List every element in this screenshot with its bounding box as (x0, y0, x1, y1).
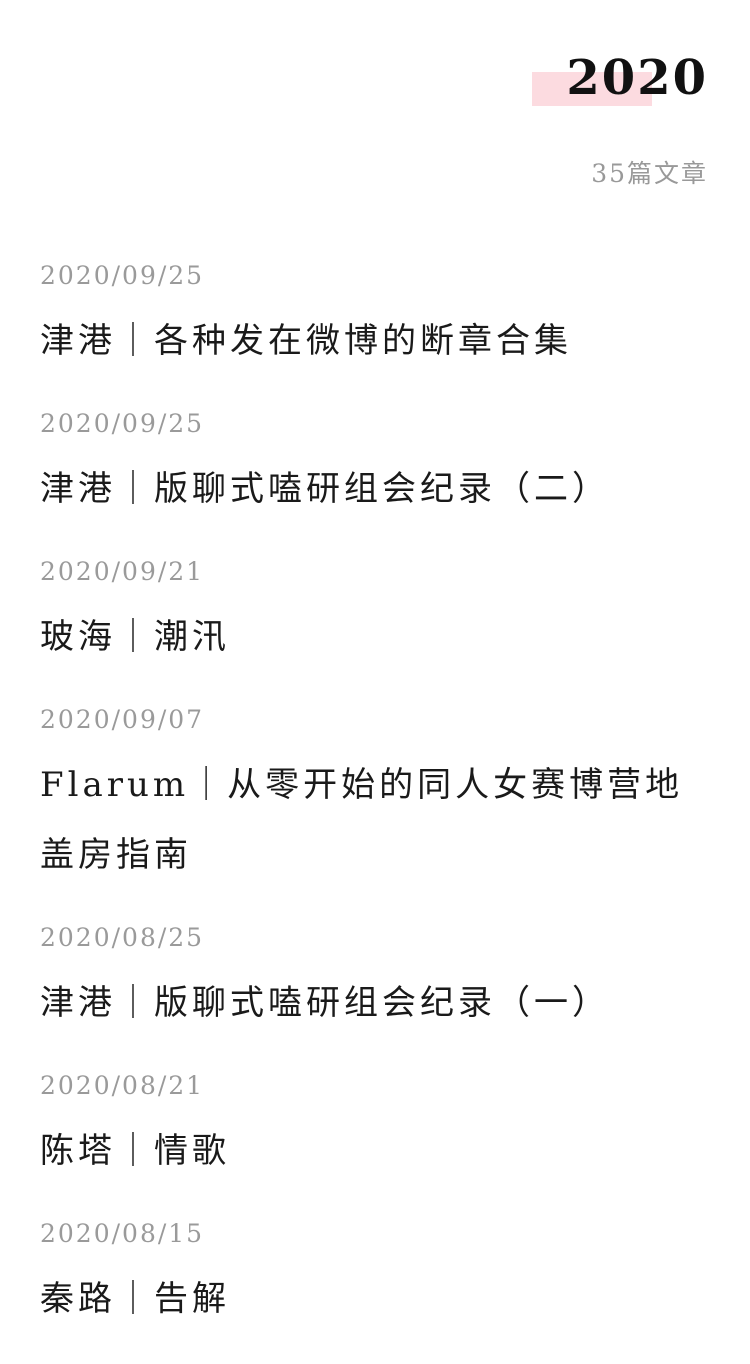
year-heading: 2020 (532, 44, 708, 112)
post-item[interactable]: 2020/09/07 Flarum｜从零开始的同人女赛博营地盖房指南 (40, 702, 710, 890)
post-title-link[interactable]: 津港｜版聊式嗑研组会纪录（一） (40, 968, 710, 1038)
post-title-link[interactable]: 玻海｜潮汛 (40, 602, 710, 672)
year-title: 2020 (566, 50, 708, 106)
post-date: 2020/09/07 (40, 705, 205, 734)
post-title-link[interactable]: 陈塔｜情歌 (40, 1116, 710, 1186)
archive-header: 2020 (532, 44, 708, 112)
post-date: 2020/08/25 (40, 923, 205, 952)
post-date: 2020/09/21 (40, 557, 205, 586)
post-item[interactable]: 2020/08/15 秦路｜告解 (40, 1216, 710, 1334)
post-list: 2020/09/25 津港｜各种发在微博的断章合集 2020/09/25 津港｜… (40, 258, 710, 1364)
post-count: 35篇文章 (591, 159, 708, 188)
post-title-link[interactable]: 秦路｜告解 (40, 1264, 710, 1334)
post-item[interactable]: 2020/09/21 玻海｜潮汛 (40, 554, 710, 672)
post-date: 2020/08/21 (40, 1071, 205, 1100)
post-item[interactable]: 2020/09/25 津港｜版聊式嗑研组会纪录（二） (40, 406, 710, 524)
post-title-link[interactable]: Flarum｜从零开始的同人女赛博营地盖房指南 (40, 750, 710, 890)
post-title-link[interactable]: 津港｜各种发在微博的断章合集 (40, 306, 710, 376)
post-item[interactable]: 2020/08/21 陈塔｜情歌 (40, 1068, 710, 1186)
post-item[interactable]: 2020/08/25 津港｜版聊式嗑研组会纪录（一） (40, 920, 710, 1038)
post-date: 2020/08/15 (40, 1219, 205, 1248)
post-date: 2020/09/25 (40, 261, 205, 290)
post-date: 2020/09/25 (40, 409, 205, 438)
post-item[interactable]: 2020/09/25 津港｜各种发在微博的断章合集 (40, 258, 710, 376)
post-title-link[interactable]: 津港｜版聊式嗑研组会纪录（二） (40, 454, 710, 524)
